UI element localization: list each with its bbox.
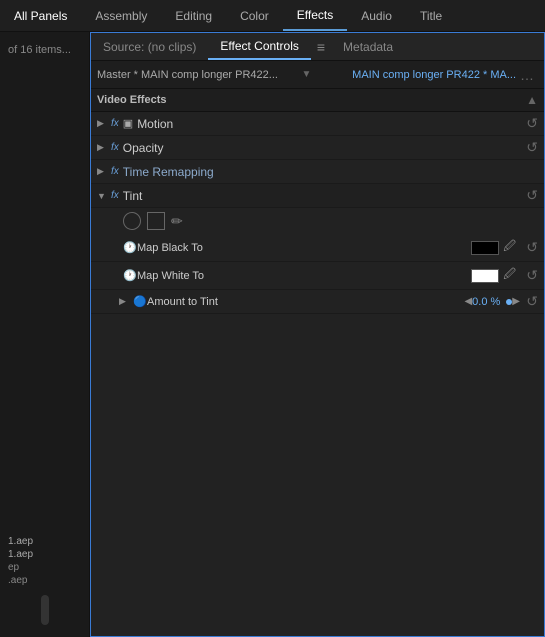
tab-source[interactable]: Source: (no clips) [91, 33, 208, 60]
file-item-4[interactable]: .aep [8, 574, 81, 587]
nav-item-title[interactable]: Title [406, 0, 456, 31]
section-label: Video Effects [97, 94, 167, 106]
effects-list: ▶ fx ▣ Motion ↺ ▶ fx Opacity ↺ ▶ fx Time… [91, 112, 544, 636]
section-scroll-btn[interactable]: ▲ [526, 93, 538, 107]
opacity-expand-btn[interactable]: ▶ [97, 142, 111, 153]
tint-map-white-row: 🕐 Map White To 🖉 ↺ [91, 262, 544, 290]
opacity-reset-btn[interactable]: ↺ [520, 139, 538, 156]
main-area: of 16 items... 1.aep 1.aep ep .aep Sourc… [0, 32, 545, 637]
motion-expand-btn[interactable]: ▶ [97, 118, 111, 129]
comp-arrow[interactable]: ▼ [298, 69, 316, 80]
effect-row-time-remapping: ▶ fx Time Remapping [91, 160, 544, 184]
file-item-1[interactable]: 1.aep [8, 535, 81, 548]
map-black-eyedropper-icon[interactable]: 🖉 [503, 237, 516, 258]
amount-clock-icon[interactable]: 🔵 [133, 295, 147, 308]
tint-brush-icon[interactable]: ✏ [171, 213, 183, 230]
time-remap-expand-btn[interactable]: ▶ [97, 166, 111, 177]
sidebar-files: 1.aep 1.aep ep .aep [0, 531, 89, 591]
comp-source-label: Master * MAIN comp longer PR422... [97, 69, 298, 81]
effect-row-motion: ▶ fx ▣ Motion ↺ [91, 112, 544, 136]
sidebar-scrollbar[interactable] [41, 595, 49, 625]
file-item-2[interactable]: 1.aep [8, 548, 81, 561]
left-sidebar: of 16 items... 1.aep 1.aep ep .aep [0, 32, 90, 637]
map-black-clock-icon[interactable]: 🕐 [123, 241, 137, 254]
effect-row-opacity: ▶ fx Opacity ↺ [91, 136, 544, 160]
tint-fx-badge: fx [111, 190, 119, 201]
panel: Source: (no clips) Effect Controls ≡ Met… [90, 32, 545, 637]
motion-icon: ▣ [123, 117, 133, 130]
amount-expand-btn[interactable]: ▶ [119, 296, 133, 307]
nav-item-all-panels[interactable]: All Panels [0, 0, 81, 31]
tint-map-black-row: 🕐 Map Black To 🖉 ↺ [91, 234, 544, 262]
amount-reset-btn[interactable]: ↺ [520, 293, 538, 310]
motion-label: Motion [137, 117, 520, 131]
opacity-label: Opacity [123, 141, 520, 155]
comp-selector: Master * MAIN comp longer PR422... ▼ MAI… [91, 61, 544, 89]
tint-label: Tint [123, 189, 520, 203]
tint-circle-icon[interactable] [123, 212, 141, 230]
tint-expand-btn[interactable]: ▼ [97, 191, 111, 201]
amount-right-arrow[interactable]: ▶ [512, 296, 520, 307]
panel-tabs: Source: (no clips) Effect Controls ≡ Met… [91, 33, 544, 61]
amount-label: Amount to Tint [147, 296, 464, 308]
tint-amount-row: ▶ 🔵 Amount to Tint ◀ 0.0 % ▶ ↺ [91, 290, 544, 314]
amount-value[interactable]: 0.0 % [472, 296, 500, 308]
nav-item-audio[interactable]: Audio [347, 0, 406, 31]
effect-row-tint: ▼ fx Tint ↺ [91, 184, 544, 208]
tab-menu-icon[interactable]: ≡ [311, 39, 331, 55]
nav-item-assembly[interactable]: Assembly [81, 0, 161, 31]
motion-reset-btn[interactable]: ↺ [520, 115, 538, 132]
map-black-label: Map Black To [137, 242, 471, 254]
tab-metadata[interactable]: Metadata [331, 33, 405, 60]
tint-rect-icon[interactable] [147, 212, 165, 230]
map-white-reset-btn[interactable]: ↺ [520, 267, 538, 284]
tint-icons-row: ✏ [91, 208, 544, 234]
section-header: Video Effects ▲ [91, 89, 544, 112]
map-white-clock-icon[interactable]: 🕐 [123, 269, 137, 282]
map-white-swatch[interactable] [471, 269, 499, 283]
map-white-label: Map White To [137, 270, 471, 282]
file-item-3[interactable]: ep [8, 561, 81, 574]
amount-left-arrow[interactable]: ◀ [464, 296, 472, 307]
motion-fx-badge: fx [111, 118, 119, 129]
nav-item-editing[interactable]: Editing [161, 0, 226, 31]
map-black-reset-btn[interactable]: ↺ [520, 239, 538, 256]
time-remap-fx-badge: fx [111, 166, 119, 177]
top-nav: All Panels Assembly Editing Color Effect… [0, 0, 545, 32]
nav-item-effects[interactable]: Effects [283, 0, 347, 31]
opacity-fx-badge: fx [111, 142, 119, 153]
tab-effect-controls[interactable]: Effect Controls [208, 33, 310, 60]
map-white-eyedropper-icon[interactable]: 🖉 [503, 265, 516, 286]
comp-target-label: MAIN comp longer PR422 * MA... [315, 69, 516, 81]
map-black-swatch[interactable] [471, 241, 499, 255]
sidebar-count: of 16 items... [0, 40, 89, 60]
nav-item-color[interactable]: Color [226, 0, 283, 31]
empty-panel [91, 314, 544, 594]
tint-reset-btn[interactable]: ↺ [520, 187, 538, 204]
comp-menu-btn[interactable]: … [516, 67, 538, 83]
time-remap-label: Time Remapping [123, 165, 538, 179]
